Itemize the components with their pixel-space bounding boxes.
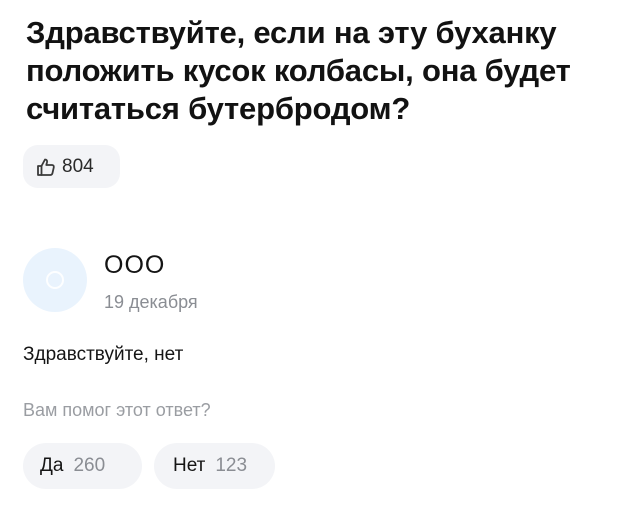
vote-no-label: Нет <box>173 455 206 476</box>
thumbs-up-icon <box>35 156 57 178</box>
answer-date: 19 декабря <box>104 292 198 312</box>
like-count: 804 <box>62 155 94 177</box>
helpful-prompt: Вам помог этот ответ? <box>23 400 211 420</box>
vote-yes-count: 260 <box>73 455 106 476</box>
like-button[interactable]: 804 <box>23 145 120 188</box>
answer-text: Здравствуйте, нет <box>23 344 184 365</box>
vote-yes-button[interactable]: Да 260 <box>23 443 142 489</box>
author-name[interactable]: ООО <box>104 251 165 280</box>
avatar-placeholder-icon <box>46 271 64 289</box>
vote-no-button[interactable]: Нет 123 <box>154 443 275 489</box>
vote-yes-label: Да <box>40 455 64 476</box>
avatar[interactable] <box>23 248 87 312</box>
question-title: Здравствуйте, если на эту буханку положи… <box>26 15 571 126</box>
vote-no-count: 123 <box>215 455 248 476</box>
